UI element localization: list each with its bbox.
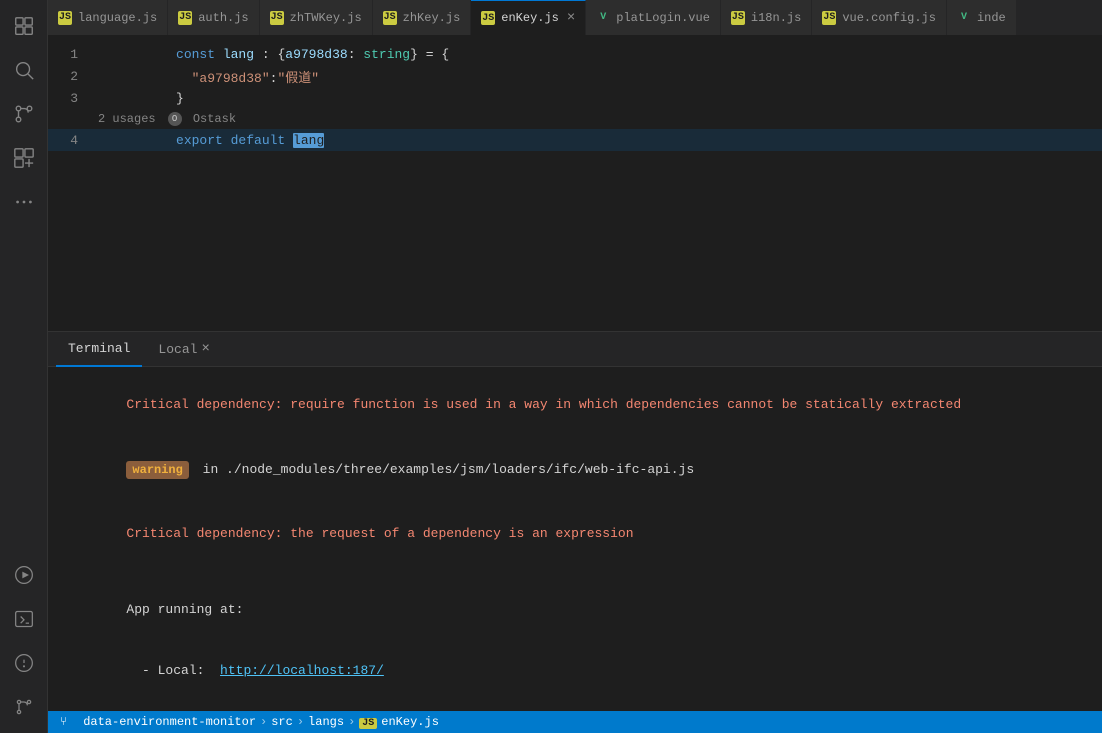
tab-label-zhTWKey-js: zhTWKey.js: [290, 11, 362, 25]
terminal-line-2: warning in ./node_modules/three/examples…: [64, 439, 1086, 499]
status-git[interactable]: ⑂: [56, 715, 71, 729]
tab-enKey-js[interactable]: JS enKey.js ×: [471, 0, 586, 35]
app-running-label: App running at:: [126, 602, 243, 617]
local-url[interactable]: http://localhost:187/: [220, 663, 384, 678]
terminal-text-3: Critical dependency: the request of a de…: [126, 526, 633, 541]
breadcrumb-sep-0: ›: [260, 715, 267, 729]
code-line-3: 3 }: [48, 87, 1102, 109]
terminal-line-local: - Local: http://localhost:187/: [64, 641, 1086, 701]
terminal-line-1: Critical dependency: require function is…: [64, 375, 1086, 435]
punct2: :: [348, 47, 364, 62]
tab-label-auth-js: auth.js: [198, 11, 248, 25]
line-number-3: 3: [48, 91, 98, 106]
js-icon: JS: [270, 11, 284, 25]
breadcrumb-part-2: langs: [308, 715, 344, 729]
breadcrumb-part-3: JS enKey.js: [359, 715, 439, 729]
punct3: } = {: [410, 47, 449, 62]
local-label: - Local:: [126, 663, 220, 678]
status-bar: ⑂ data-environment-monitor › src › langs…: [48, 711, 1102, 733]
line-number-1: 1: [48, 47, 98, 62]
terminal-line-network: - Network: http://192.168.2.122:187/: [64, 701, 1086, 711]
panel-area: Terminal Local × Critical dependency: re…: [48, 331, 1102, 711]
tab-vue-config-js[interactable]: JS vue.config.js: [812, 0, 947, 35]
source-control-icon[interactable]: [6, 96, 42, 132]
closing-brace: }: [176, 91, 184, 106]
terminal-text-1: Critical dependency: require function is…: [126, 397, 961, 412]
panel-tab-terminal[interactable]: Terminal: [56, 332, 142, 367]
search-icon[interactable]: [6, 52, 42, 88]
tab-close-enKey-js[interactable]: ×: [567, 10, 575, 26]
keyword-export: export: [176, 133, 231, 148]
tab-label-zhKey-js: zhKey.js: [403, 11, 461, 25]
git-branch-icon: ⑂: [60, 715, 67, 729]
problems-icon[interactable]: [6, 645, 42, 681]
status-breadcrumb[interactable]: data-environment-monitor › src › langs ›…: [79, 715, 443, 729]
run-icon[interactable]: [6, 557, 42, 593]
warning-path: in ./node_modules/three/examples/jsm/loa…: [195, 462, 694, 477]
line-content-3: }: [98, 76, 184, 121]
panel-tab-terminal-label: Terminal: [68, 341, 130, 356]
panel-tab-local-label: Local: [158, 342, 197, 357]
line-number-2: 2: [48, 69, 98, 84]
code-editor[interactable]: 1 const lang : {a9798d38: string} = { 2 …: [48, 35, 1102, 331]
js-icon: JS: [731, 11, 745, 25]
main-area: JS language.js JS auth.js JS zhTWKey.js …: [48, 0, 1102, 733]
tab-label-enKey-js: enKey.js: [501, 11, 559, 25]
explorer-icon[interactable]: [6, 8, 42, 44]
tab-bar: JS language.js JS auth.js JS zhTWKey.js …: [48, 0, 1102, 35]
tab-label-platLogin-vue: platLogin.vue: [616, 11, 710, 25]
line-number-4: 4: [48, 133, 98, 148]
tab-i18n-js[interactable]: JS i18n.js: [721, 0, 812, 35]
terminal-icon[interactable]: [6, 601, 42, 637]
breadcrumb-part-0: data-environment-monitor: [83, 715, 256, 729]
js-icon: JS: [481, 11, 495, 25]
panel-tab-bar: Terminal Local ×: [48, 332, 1102, 367]
type-string: string: [363, 47, 410, 62]
vue-icon: V: [957, 11, 971, 25]
breadcrumb-part-1: src: [271, 715, 293, 729]
tab-auth-js[interactable]: JS auth.js: [168, 0, 259, 35]
activity-bar-bottom: [6, 557, 42, 733]
string-val: "假道": [277, 71, 319, 86]
tab-label-inde: inde: [977, 11, 1006, 25]
editor-area: 1 const lang : {a9798d38: string} = { 2 …: [48, 35, 1102, 331]
cursor-var-lang: lang: [293, 133, 324, 148]
terminal-content[interactable]: Critical dependency: require function is…: [48, 367, 1102, 711]
tab-label-i18n-js: i18n.js: [751, 11, 801, 25]
warning-badge: warning: [126, 461, 188, 480]
js-icon: JS: [58, 11, 72, 25]
breadcrumb-js-icon: JS: [359, 718, 377, 729]
tab-platLogin-vue[interactable]: V platLogin.vue: [586, 0, 721, 35]
vue-icon: V: [596, 11, 610, 25]
tab-label-vue-config-js: vue.config.js: [842, 11, 936, 25]
js-icon: JS: [822, 11, 836, 25]
breadcrumb-file: enKey.js: [381, 715, 439, 729]
code-line-4: 4 export default lang: [48, 129, 1102, 151]
panel-tab-local-close[interactable]: ×: [201, 341, 209, 357]
tab-label-language-js: language.js: [78, 11, 157, 25]
activity-bar: [0, 0, 48, 733]
git-icon[interactable]: [6, 689, 42, 725]
tab-zhTWKey-js[interactable]: JS zhTWKey.js: [260, 0, 373, 35]
js-icon: JS: [178, 11, 192, 25]
terminal-line-3: Critical dependency: the request of a de…: [64, 504, 1086, 564]
breadcrumb-sep-2: ›: [348, 715, 355, 729]
code-line-2: 2 "a9798d38":"假道": [48, 65, 1102, 87]
keyword-default: default: [231, 133, 293, 148]
panel-tab-local[interactable]: Local ×: [146, 332, 221, 367]
breadcrumb-sep-1: ›: [297, 715, 304, 729]
tab-inde[interactable]: V inde: [947, 0, 1017, 35]
more-icon[interactable]: [6, 184, 42, 220]
terminal-line-running: App running at:: [64, 580, 1086, 640]
js-icon: JS: [383, 11, 397, 25]
tab-language-js[interactable]: JS language.js: [48, 0, 168, 35]
string-key: "a9798d38": [192, 71, 270, 86]
tab-zhKey-js[interactable]: JS zhKey.js: [373, 0, 472, 35]
line-content-4: export default lang: [98, 118, 324, 163]
extensions-icon[interactable]: [6, 140, 42, 176]
